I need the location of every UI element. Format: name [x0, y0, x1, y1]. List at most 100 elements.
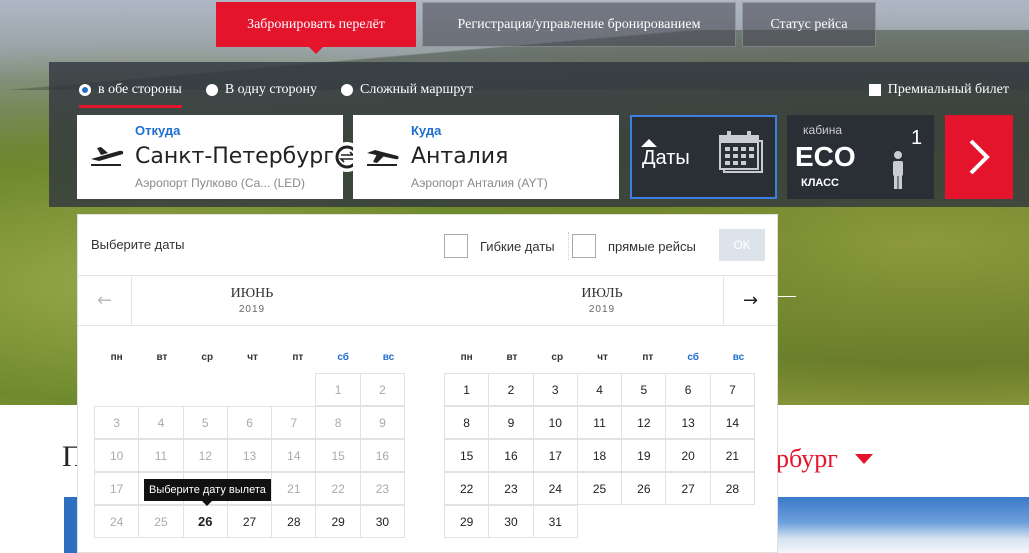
calendar-week: 3456789	[94, 406, 411, 440]
trip-roundtrip-label: в обе стороны	[98, 82, 182, 97]
flexible-dates-option[interactable]: Гибкие даты	[444, 234, 555, 258]
destination-field[interactable]: Куда Анталия Аэропорт Анталия (AYT)	[353, 115, 619, 199]
cabin-class-label: КЛАСС	[801, 177, 839, 189]
search-button[interactable]	[945, 115, 1013, 199]
ok-button[interactable]: OK	[719, 229, 765, 261]
premium-ticket-toggle[interactable]: Премиальный билет	[868, 78, 1009, 102]
calendar-day[interactable]: 27	[226, 505, 273, 538]
calendar-day-disabled: 21	[271, 472, 317, 505]
calendar-day[interactable]: 13	[665, 406, 711, 439]
calendar-day[interactable]: 16	[488, 439, 534, 472]
calendar-day[interactable]: 12	[621, 406, 667, 439]
calendar-day[interactable]: 26	[621, 472, 667, 505]
calendar-day[interactable]: 6	[665, 373, 711, 406]
tab-flight-status[interactable]: Статус рейса	[742, 2, 876, 47]
hero-dash	[778, 296, 796, 297]
calendar-day[interactable]: 17	[532, 439, 578, 472]
flexible-dates-label: Гибкие даты	[480, 238, 555, 254]
calendar-week: 1234567	[444, 373, 761, 407]
weekday-label: пн	[110, 352, 123, 363]
calendar-day[interactable]: 7	[709, 373, 756, 406]
calendar-day[interactable]: 1	[444, 373, 490, 406]
cabin-class-code: ECO	[795, 141, 856, 172]
calendar-day[interactable]: 5	[621, 373, 667, 406]
calendar-day-disabled: 3	[94, 406, 140, 439]
cabin-selector[interactable]: кабина ECO КЛАСС 1	[787, 115, 934, 199]
destination-city[interactable]: Анталия	[411, 144, 508, 169]
direct-flights-option[interactable]: прямые рейсы	[572, 234, 696, 258]
weekday-label: ср	[201, 352, 214, 363]
calendar-day[interactable]: 28	[709, 472, 756, 505]
calendar-empty-cell	[710, 505, 755, 538]
calendar-day[interactable]: 24	[532, 472, 578, 505]
dates-selector[interactable]: Даты	[630, 115, 777, 199]
calendar-day[interactable]: 9	[488, 406, 534, 439]
radio-roundtrip[interactable]	[79, 84, 91, 96]
calendar-day-today[interactable]: 26	[182, 505, 228, 538]
calendar-week: 24 25 26 27 28 29 30	[94, 505, 411, 539]
calendar-day[interactable]: 4	[576, 373, 623, 406]
calendar-empty-cell	[138, 373, 183, 406]
calendar-day-disabled: 25	[138, 505, 184, 538]
weekday-label: вт	[156, 352, 168, 363]
calendar-day[interactable]: 8	[444, 406, 490, 439]
trip-oneway[interactable]: В одну сторону	[205, 78, 317, 102]
prev-month-arrow-icon[interactable]: ←	[78, 276, 132, 325]
weekday-label: сб	[337, 352, 349, 363]
calendar-week: 8 9 10 11 12 13 14	[444, 406, 761, 440]
calendar-day[interactable]: 30	[488, 505, 534, 538]
calendar-week: 10 11 12 13 14 15 16	[94, 439, 411, 473]
flexible-dates-checkbox[interactable]	[444, 234, 468, 258]
radio-multicity[interactable]	[341, 84, 354, 96]
calendar-day[interactable]: 31	[532, 505, 578, 538]
dates-label: Даты	[642, 147, 690, 169]
calendar-day[interactable]: 20	[665, 439, 711, 472]
arrival-plane-icon	[367, 150, 399, 166]
month-name-june: ИЮНЬ	[230, 286, 274, 301]
calendar-day[interactable]: 19	[621, 439, 667, 472]
month-year-june: 2019	[238, 304, 266, 315]
calendar-day[interactable]: 29	[444, 505, 490, 538]
calendar-day[interactable]: 15	[444, 439, 490, 472]
calendar-day[interactable]: 29	[315, 505, 361, 538]
calendar-empty-cell	[271, 373, 316, 406]
departure-plane-icon	[91, 147, 124, 166]
promo-image-right[interactable]	[778, 497, 1029, 553]
calendar-day[interactable]: 11	[576, 406, 623, 439]
calendar-day[interactable]: 27	[665, 472, 711, 505]
calendar-day-disabled: 8	[315, 406, 361, 439]
premium-checkbox[interactable]	[868, 84, 881, 96]
origin-field[interactable]: Откуда Санкт-Петербург Аэропорт Пулково …	[77, 115, 343, 199]
calendar-day[interactable]: 10	[532, 406, 578, 439]
calendar-day[interactable]: 25	[576, 472, 623, 505]
next-month-arrow-icon[interactable]: →	[723, 276, 777, 325]
caret-down-icon[interactable]	[855, 454, 873, 464]
calendar-day[interactable]: 22	[444, 472, 490, 505]
calendar-day[interactable]: 18	[576, 439, 623, 472]
trip-roundtrip[interactable]: в обе стороны	[79, 78, 182, 108]
tab-book-flight[interactable]: Забронировать перелёт	[216, 2, 416, 54]
calendar-week: 12	[95, 373, 411, 407]
calendar-day[interactable]: 23	[488, 472, 534, 505]
calendar-day-disabled: 11	[138, 439, 184, 472]
date-picker-title: Выберите даты	[91, 237, 185, 252]
calendar-day[interactable]: 28	[271, 505, 317, 538]
tab-checkin-manage[interactable]: Регистрация/управление бронированием	[422, 2, 736, 47]
calendar-day[interactable]: 2	[488, 373, 534, 406]
origin-city[interactable]: Санкт-Петербург	[135, 144, 335, 169]
trip-multicity[interactable]: Сложный маршрут	[341, 78, 473, 102]
calendar-day-disabled: 12	[182, 439, 228, 472]
radio-oneway[interactable]	[205, 84, 218, 96]
direct-flights-checkbox[interactable]	[572, 234, 596, 258]
weekday-header: пн вт ср чт пт сб вс	[444, 342, 761, 374]
calendar-week: 29 30 31	[444, 505, 761, 539]
calendar-day-disabled: 23	[359, 472, 406, 505]
calendar-day-disabled: 14	[271, 439, 317, 472]
calendar-day[interactable]: 21	[709, 439, 756, 472]
section-city-link[interactable]: рбург	[776, 444, 838, 474]
calendar-day[interactable]: 30	[359, 505, 406, 538]
person-icon	[893, 151, 903, 189]
calendar-day-disabled: 10	[94, 439, 140, 472]
calendar-day[interactable]: 14	[709, 406, 756, 439]
calendar-day[interactable]: 3	[532, 373, 578, 406]
